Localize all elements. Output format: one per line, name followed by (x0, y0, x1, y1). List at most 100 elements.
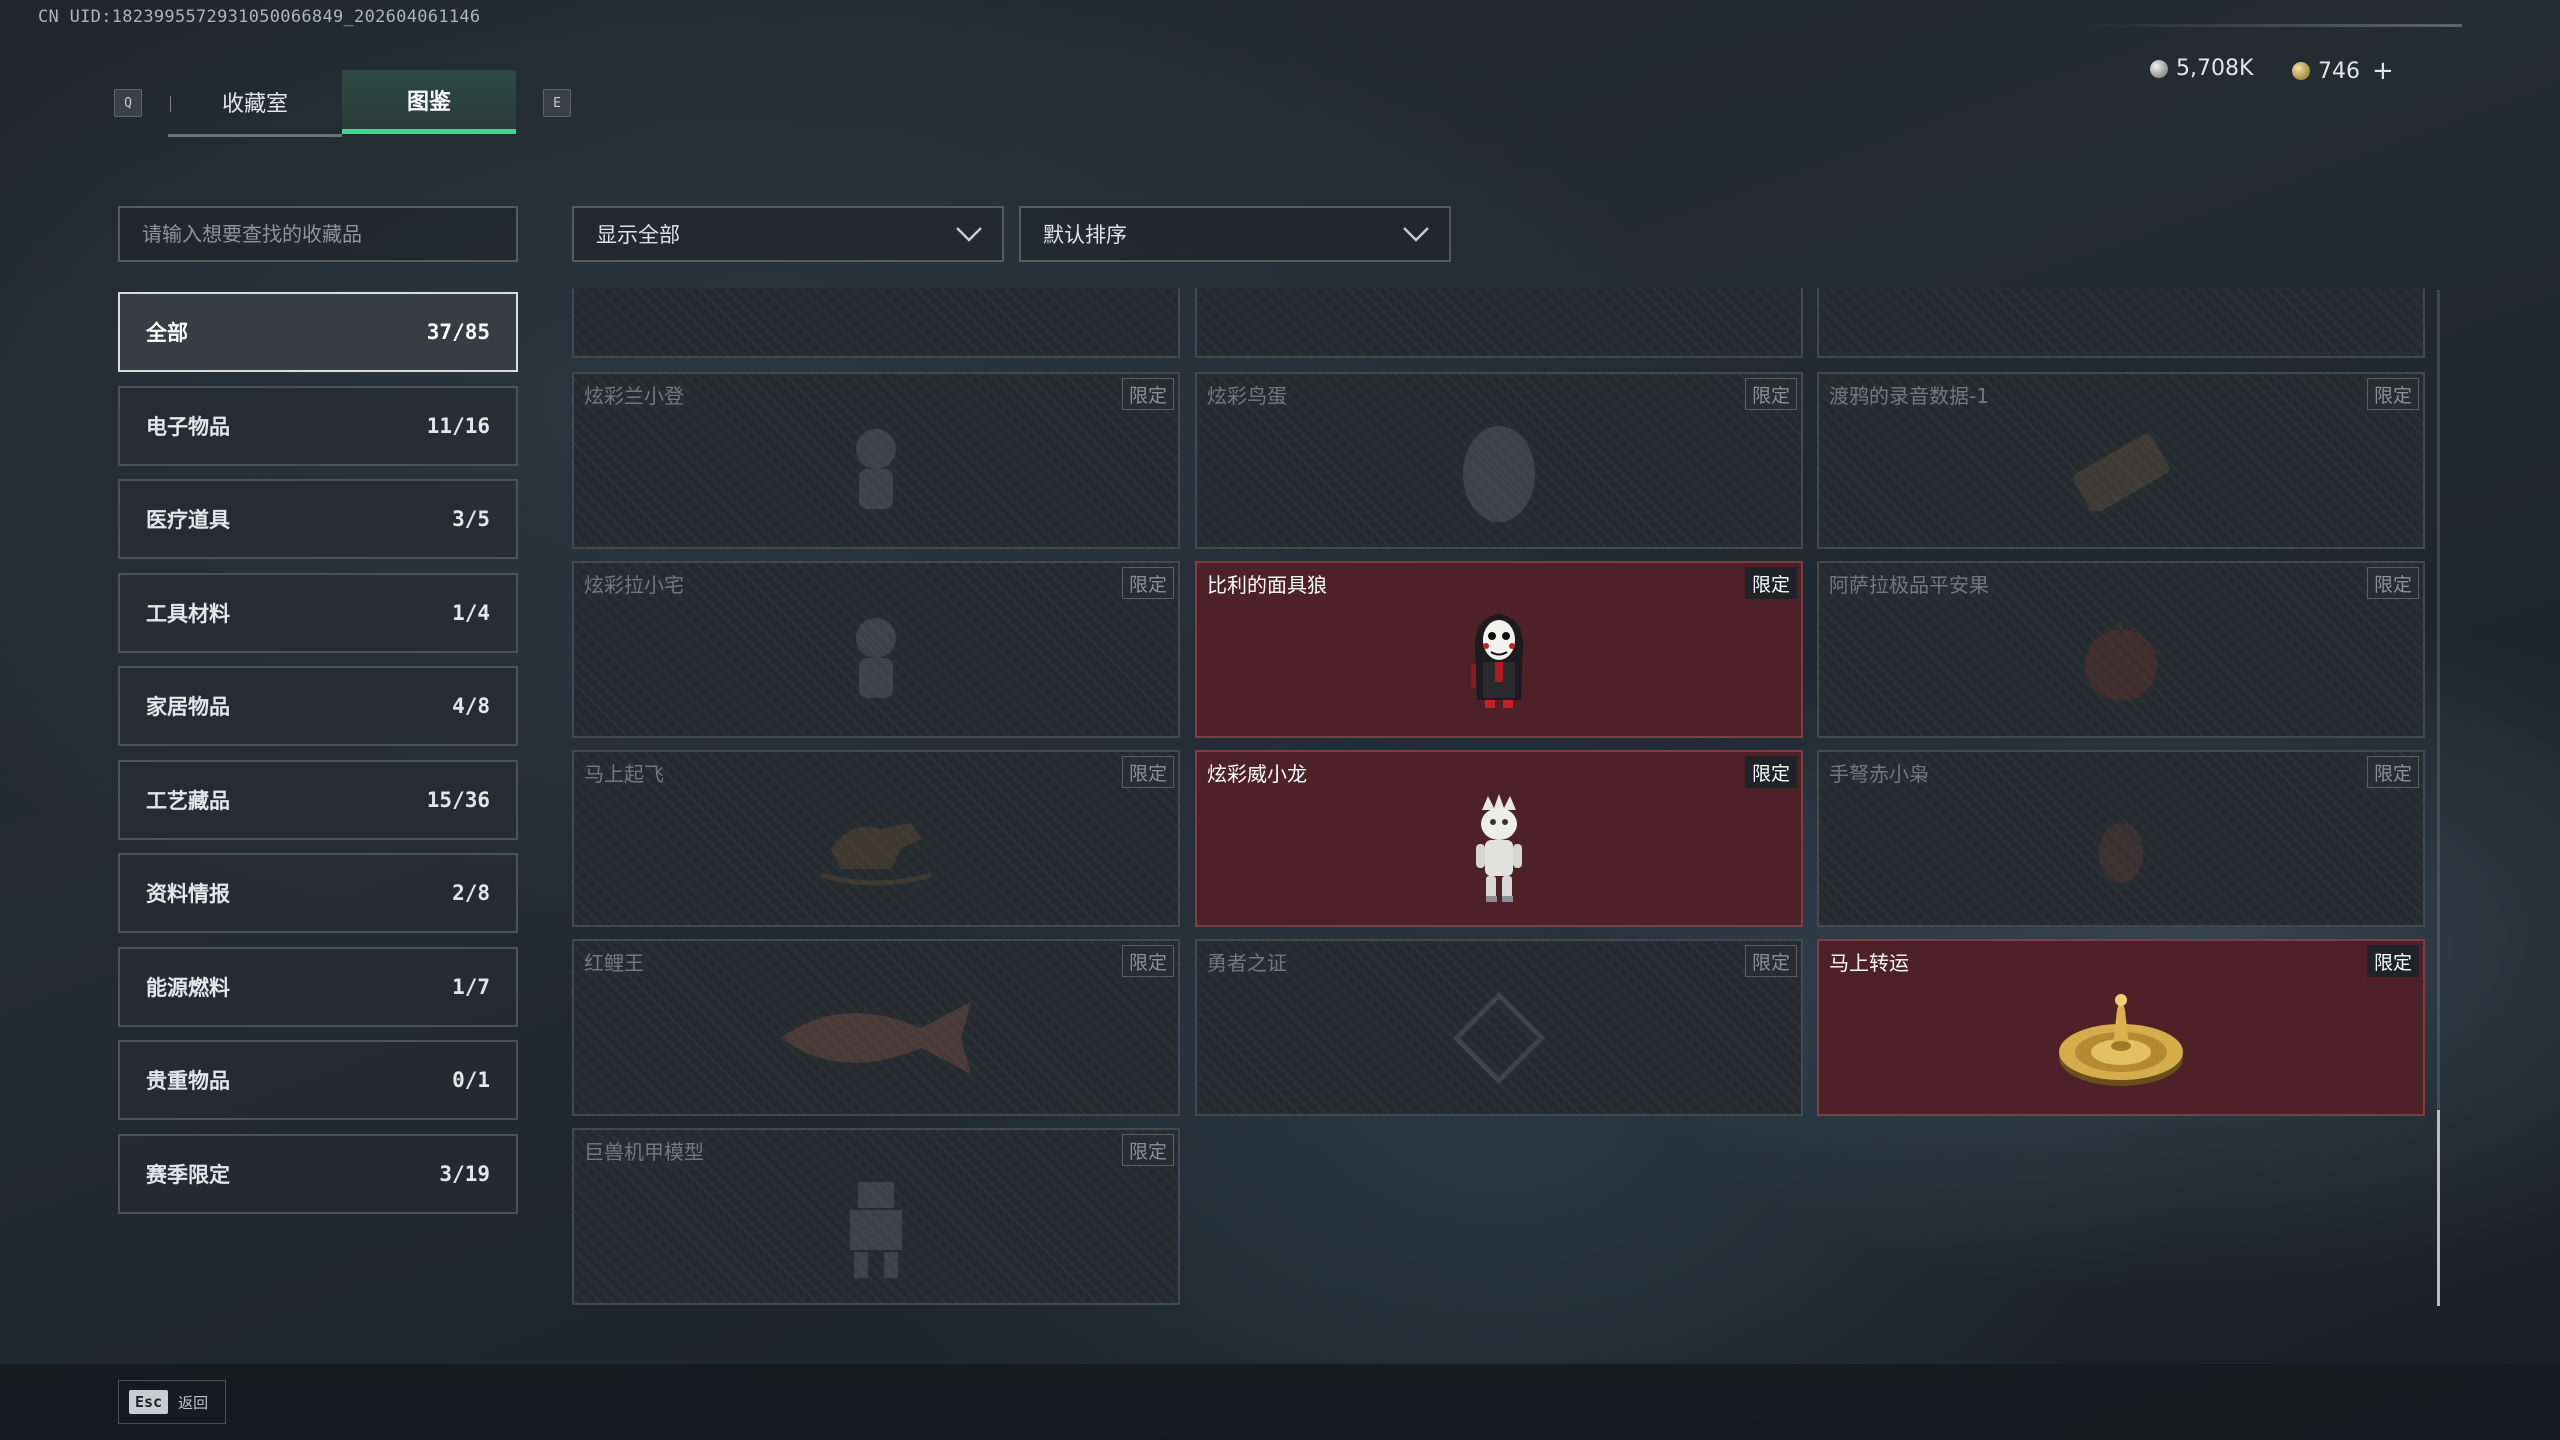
masked-puppet-icon (1471, 613, 1524, 708)
search-input[interactable] (118, 206, 518, 262)
figurine-icon (856, 617, 896, 698)
apple-icon (2085, 620, 2157, 701)
collection-card-partial[interactable] (1817, 288, 2425, 358)
category-count: 4/8 (452, 694, 490, 718)
top-tabs: 收藏室 图鉴 (168, 70, 516, 137)
category-count: 3/19 (439, 1161, 490, 1186)
chevron-down-icon (956, 227, 982, 242)
gold-coin-icon (2292, 62, 2310, 80)
collection-card[interactable]: 阿萨拉极品平安果 限定 (1817, 561, 2425, 738)
limited-badge: 限定 (1744, 756, 1797, 788)
item-name: 比利的面具狼 (1207, 573, 1327, 597)
dragon-figurine-icon (1476, 793, 1522, 902)
category-label: 电子物品 (146, 414, 230, 439)
tab-catalog[interactable]: 图鉴 (342, 70, 516, 134)
item-name: 炫彩鸟蛋 (1207, 384, 1287, 408)
mech-model-icon (850, 1181, 902, 1278)
limited-badge: 限定 (2366, 945, 2419, 977)
category-count: 3/5 (452, 507, 490, 531)
collection-card-owned[interactable]: 马上转运 限定 (1817, 939, 2425, 1116)
rocking-horse-icon (820, 822, 932, 886)
collection-card[interactable]: 红鲤王 限定 (572, 939, 1180, 1116)
filter-dropdown-value: 显示全部 (596, 223, 680, 247)
category-label: 能源燃料 (146, 975, 230, 1000)
chevron-down-icon (1403, 227, 1429, 242)
collection-card[interactable]: 炫彩兰小登 限定 (572, 372, 1180, 549)
item-name: 炫彩兰小登 (584, 384, 684, 408)
category-label: 全部 (146, 321, 188, 345)
category-intel[interactable]: 资料情报 2/8 (118, 853, 518, 933)
category-tools[interactable]: 工具材料 1/4 (118, 572, 518, 653)
collection-card[interactable]: 渡鸦的录音数据-1 限定 (1817, 372, 2425, 549)
category-valuables[interactable]: 贵重物品 0/1 (118, 1040, 518, 1120)
limited-badge: 限定 (1121, 567, 1174, 599)
collection-card[interactable]: 巨兽机甲模型 限定 (572, 1128, 1180, 1305)
gold-amount: 746 (2318, 58, 2360, 84)
category-label: 资料情报 (146, 882, 230, 906)
collection-card[interactable]: 马上起飞 限定 (572, 750, 1180, 927)
category-count: 1/7 (452, 974, 490, 999)
limited-badge: 限定 (1744, 945, 1797, 977)
collection-card-partial[interactable] (572, 288, 1180, 358)
category-label: 医疗道具 (146, 508, 230, 532)
item-name: 巨兽机甲模型 (584, 1140, 704, 1164)
owl-figurine-icon (2099, 822, 2143, 883)
esc-key-icon: Esc (129, 1390, 169, 1414)
category-label: 家居物品 (146, 695, 230, 719)
category-label: 工具材料 (146, 601, 230, 626)
next-tab-key-hint[interactable]: E (543, 89, 571, 117)
category-count: 37/85 (426, 320, 490, 344)
silver-amount: 5,708K (2176, 56, 2254, 81)
collection-card-owned[interactable]: 比利的面具狼 限定 (1195, 561, 1803, 738)
category-list: 全部 37/85 电子物品 11/16 医疗道具 3/5 工具材料 1/4 家居物品 4/… (118, 292, 518, 1227)
limited-badge: 限定 (1121, 1134, 1174, 1166)
limited-badge: 限定 (1121, 945, 1174, 977)
grid-scrollbar-thumb[interactable] (2437, 1110, 2440, 1306)
recorder-icon (2073, 433, 2170, 511)
item-name: 阿萨拉极品平安果 (1829, 573, 1989, 597)
category-count: 0/1 (452, 1068, 490, 1092)
category-crafts[interactable]: 工艺藏品 15/36 (118, 759, 518, 840)
silver-coin-icon (2150, 59, 2168, 78)
collection-card[interactable]: 手弩赤小枭 限定 (1817, 750, 2425, 927)
carp-fish-icon (781, 1001, 971, 1074)
limited-badge: 限定 (2366, 756, 2419, 788)
back-label: 返回 (178, 1393, 209, 1412)
item-name: 炫彩威小龙 (1207, 762, 1307, 786)
limited-badge: 限定 (2366, 567, 2419, 599)
category-label: 贵重物品 (146, 1069, 230, 1093)
player-uid: CN UID:1823995572931050066849_2026040611… (38, 7, 481, 27)
footer-bar (0, 1364, 2560, 1440)
golden-compass-icon (2059, 993, 2183, 1086)
item-name: 勇者之证 (1207, 951, 1287, 975)
category-count: 1/4 (452, 600, 490, 625)
collection-card-owned[interactable]: 炫彩威小龙 限定 (1195, 750, 1803, 927)
category-medical[interactable]: 医疗道具 3/5 (118, 479, 518, 559)
limited-badge: 限定 (1744, 378, 1797, 410)
collection-grid: 炫彩兰小登 限定 炫彩鸟蛋 限定 渡鸦的录音数据-1 限定 炫彩拉小宅 限定 比… (572, 288, 2426, 1308)
back-button[interactable]: Esc 返回 (118, 1380, 226, 1424)
collection-card-partial[interactable] (1195, 288, 1803, 358)
prev-tab-key-hint[interactable]: Q (114, 89, 142, 117)
collection-card[interactable]: 勇者之证 限定 (1195, 939, 1803, 1116)
badge-emblem-icon (1453, 991, 1545, 1084)
item-name: 手弩赤小枭 (1829, 762, 1929, 786)
gold-currency: 746 + (2292, 56, 2394, 86)
item-name: 马上起飞 (584, 762, 664, 786)
sort-dropdown-value: 默认排序 (1043, 223, 1127, 247)
tab-collection-room[interactable]: 收藏室 (168, 70, 342, 137)
category-household[interactable]: 家居物品 4/8 (118, 666, 518, 746)
filter-dropdown[interactable]: 显示全部 (572, 206, 1004, 262)
category-fuel[interactable]: 能源燃料 1/7 (118, 946, 518, 1027)
sort-dropdown[interactable]: 默认排序 (1019, 206, 1451, 262)
add-currency-button[interactable]: + (2372, 56, 2394, 86)
category-label: 赛季限定 (146, 1162, 230, 1187)
category-label: 工艺藏品 (146, 788, 230, 813)
category-electronics[interactable]: 电子物品 11/16 (118, 385, 518, 466)
category-all[interactable]: 全部 37/85 (118, 292, 518, 372)
item-name: 红鲤王 (584, 951, 644, 975)
figurine-icon (856, 428, 896, 509)
category-season-limited[interactable]: 赛季限定 3/19 (118, 1133, 518, 1214)
collection-card[interactable]: 炫彩鸟蛋 限定 (1195, 372, 1803, 549)
collection-card[interactable]: 炫彩拉小宅 限定 (572, 561, 1180, 738)
